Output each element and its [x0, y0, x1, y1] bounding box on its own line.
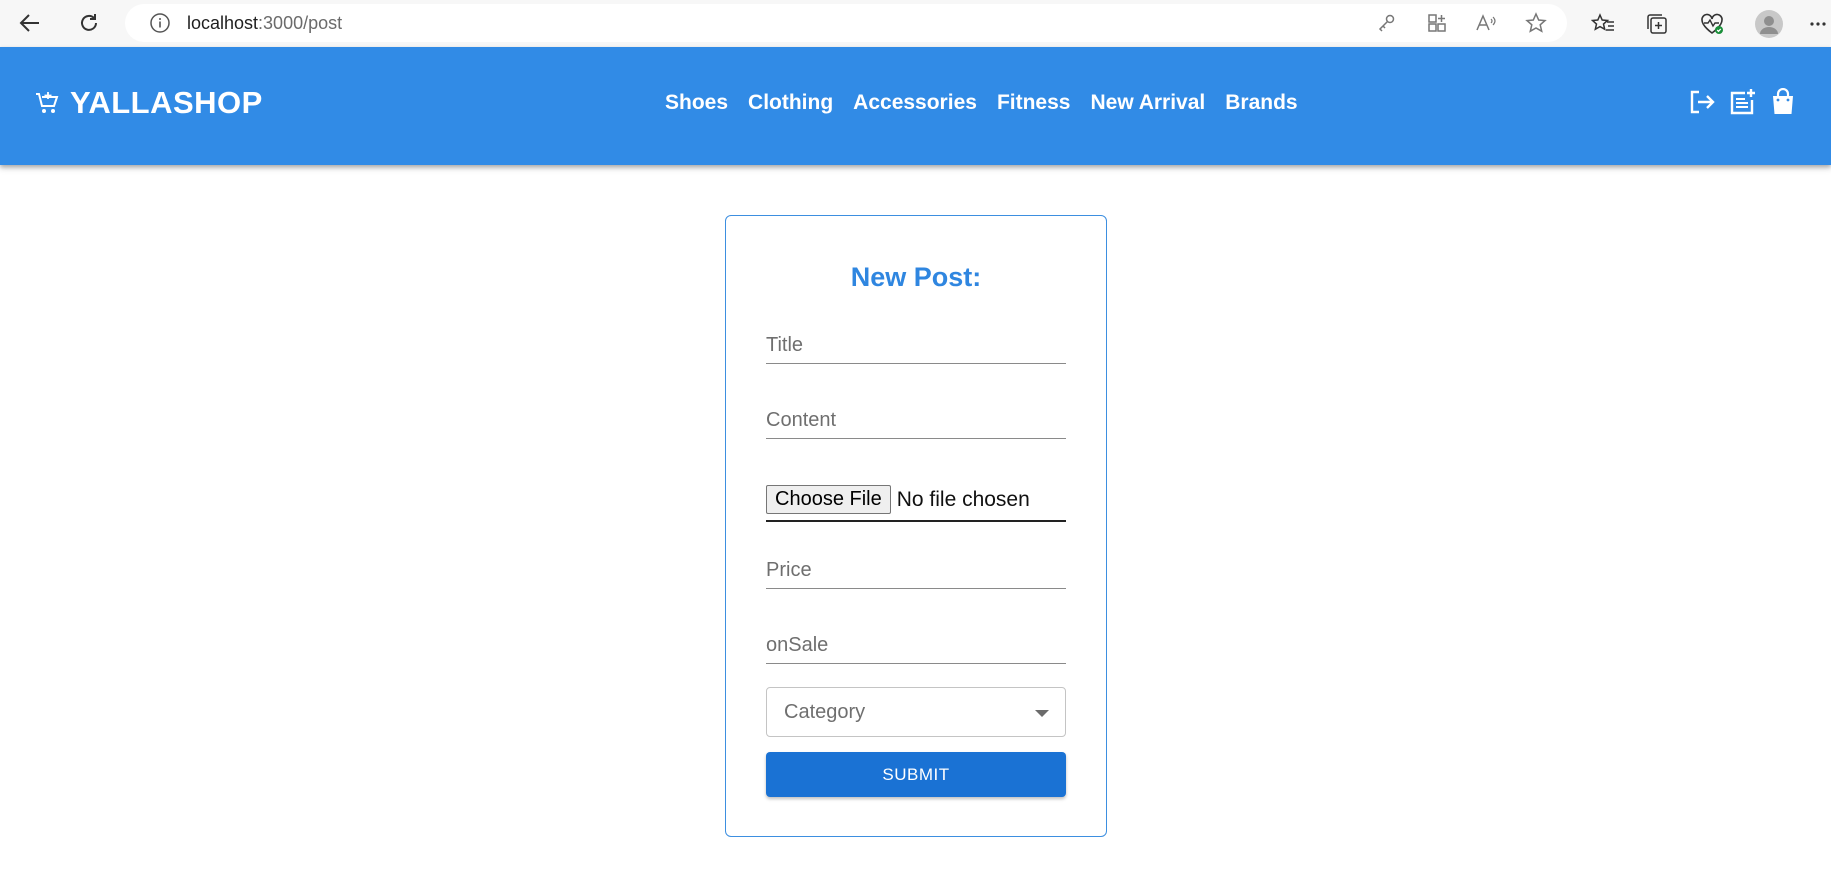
nav-accessories[interactable]: Accessories: [853, 91, 977, 115]
onsale-field[interactable]: [766, 628, 1066, 664]
more-icon[interactable]: [1808, 7, 1828, 41]
read-aloud-icon[interactable]: [1472, 9, 1500, 37]
key-icon[interactable]: [1373, 9, 1401, 37]
browser-toolbar: localhost:3000/post: [0, 0, 1831, 47]
nav-new-arrival[interactable]: New Arrival: [1090, 91, 1205, 115]
nav-brands[interactable]: Brands: [1225, 91, 1297, 115]
back-icon[interactable]: [12, 5, 48, 41]
cart-icon: [34, 90, 60, 116]
url-text[interactable]: localhost:3000/post: [187, 13, 342, 34]
url-host: localhost: [187, 12, 259, 33]
favorites-icon[interactable]: [1586, 7, 1620, 41]
nav-fitness[interactable]: Fitness: [997, 91, 1071, 115]
app-available-icon[interactable]: [1423, 9, 1451, 37]
price-input[interactable]: [766, 553, 1066, 588]
url-path: :3000/post: [258, 12, 343, 33]
shopping-bag-icon[interactable]: [1768, 87, 1798, 117]
info-icon[interactable]: [146, 9, 174, 37]
form-title: New Post:: [850, 262, 982, 292]
category-select[interactable]: Category: [766, 687, 1066, 737]
browser-essentials-icon[interactable]: [1695, 7, 1729, 41]
onsale-input[interactable]: [766, 628, 1066, 663]
nav-shoes[interactable]: Shoes: [665, 91, 728, 115]
title-field[interactable]: [766, 328, 1066, 364]
content-input[interactable]: [766, 403, 1066, 438]
title-input[interactable]: [766, 328, 1066, 363]
choose-file-button[interactable]: Choose File: [766, 485, 891, 514]
content-field[interactable]: [766, 403, 1066, 439]
nav-clothing[interactable]: Clothing: [748, 91, 833, 115]
refresh-icon[interactable]: [71, 5, 107, 41]
collections-icon[interactable]: [1640, 7, 1674, 41]
favorite-star-icon[interactable]: [1522, 9, 1550, 37]
new-post-form: New Post: Choose File No file chosen Cat…: [725, 215, 1107, 837]
logout-icon[interactable]: [1686, 87, 1716, 117]
category-value: Category: [784, 700, 866, 723]
main-nav: Shoes Clothing Accessories Fitness New A…: [665, 91, 1318, 115]
dropdown-caret-icon: [1035, 710, 1049, 717]
image-file-field[interactable]: Choose File No file chosen: [766, 485, 1066, 522]
submit-button[interactable]: SUBMIT: [766, 752, 1066, 797]
file-status-text: No file chosen: [896, 488, 1030, 511]
brand-name: YALLASHOP: [70, 85, 263, 120]
profile-avatar-icon[interactable]: [1752, 7, 1786, 41]
address-bar[interactable]: localhost:3000/post: [125, 4, 1567, 42]
post-add-icon[interactable]: [1727, 87, 1757, 117]
header-actions: [1675, 87, 1798, 117]
app-header: YALLASHOP Shoes Clothing Accessories Fit…: [0, 47, 1831, 165]
price-field[interactable]: [766, 553, 1066, 589]
brand-logo[interactable]: YALLASHOP: [34, 85, 263, 121]
